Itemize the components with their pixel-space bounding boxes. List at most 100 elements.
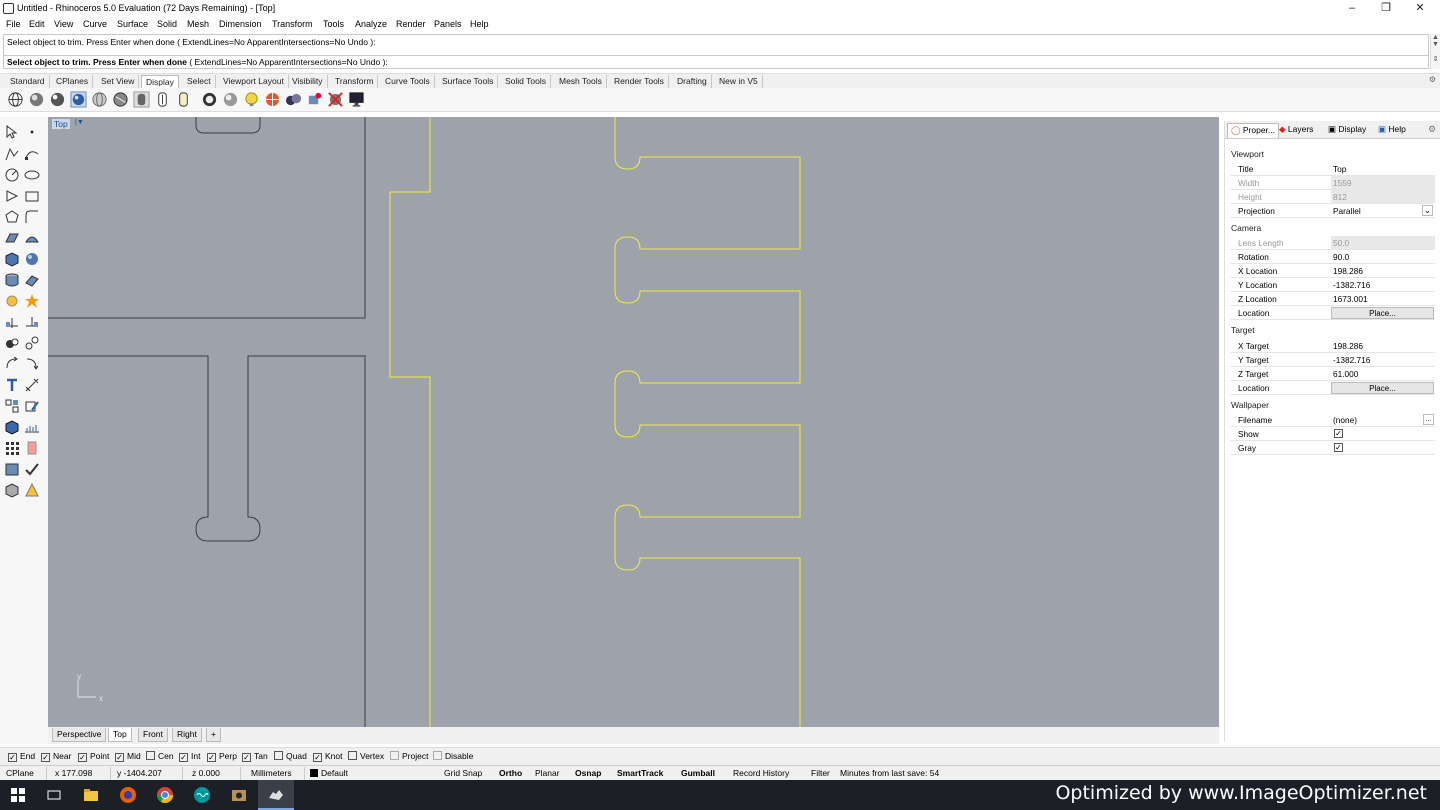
surface-loft-icon[interactable] (24, 230, 40, 246)
arduino-icon[interactable] (193, 786, 211, 804)
osnap-toggle[interactable]: Osnap (575, 768, 601, 778)
status-layer[interactable]: Default (310, 768, 348, 778)
osnap-project[interactable]: Project (390, 751, 428, 761)
sphere-icon[interactable] (24, 251, 40, 267)
prop-yloc-value[interactable]: -1382.716 (1333, 280, 1370, 290)
osnap-int[interactable]: ✓ Int (179, 751, 200, 762)
mesh-gear-icon[interactable] (4, 293, 20, 309)
chrome-icon[interactable] (156, 786, 174, 804)
group-icon[interactable] (24, 335, 40, 351)
panel-options-gear-icon[interactable]: ⚙ (1428, 124, 1436, 135)
analyze-icon[interactable] (24, 419, 40, 435)
tab-top[interactable]: Top (108, 728, 132, 742)
menu-dimension[interactable]: Dimension (219, 19, 262, 29)
layout-icon[interactable] (4, 461, 20, 477)
command-prompt-options[interactable]: ( ExtendLines=No ApparentIntersections=N… (187, 57, 387, 67)
tab-viewport-layout[interactable]: Viewport Layout (219, 75, 289, 88)
camera-place-button[interactable]: Place... (1331, 307, 1434, 319)
prop-row-zloc[interactable]: Z Location 1673.001 (1230, 292, 1435, 306)
technical-icon[interactable] (112, 91, 129, 108)
surface-plane-icon[interactable] (24, 272, 40, 288)
osnap-point-checkbox[interactable]: ✓ (78, 753, 87, 762)
prop-projection-value[interactable]: Parallel (1333, 206, 1361, 216)
dual-sphere-icon[interactable] (285, 91, 302, 108)
osnap-disable-checkbox[interactable] (433, 751, 442, 760)
arc-icon[interactable] (4, 188, 20, 204)
hide-icon[interactable] (327, 91, 344, 108)
menu-transform[interactable]: Transform (272, 19, 313, 29)
osnap-perp-checkbox[interactable]: ✓ (207, 753, 216, 762)
osnap-perp[interactable]: ✓ Perp (207, 751, 237, 762)
menu-curve[interactable]: Curve (83, 19, 107, 29)
viewport-canvas[interactable]: y x (48, 117, 1219, 727)
circle-icon[interactable] (4, 167, 20, 183)
explode-icon[interactable] (24, 293, 40, 309)
task-view-icon[interactable] (45, 786, 63, 804)
minimize-button[interactable]: – (1337, 1, 1367, 16)
fillet-curve-icon[interactable] (24, 209, 40, 225)
menu-analyze[interactable]: Analyze (355, 19, 387, 29)
rendered-icon[interactable] (49, 91, 66, 108)
prop-row-xloc[interactable]: X Location 198.286 (1230, 264, 1435, 278)
tab-perspective[interactable]: Perspective (52, 728, 107, 742)
solid-edit-icon[interactable] (4, 482, 20, 498)
maximize-button[interactable]: ❐ (1371, 1, 1401, 16)
box-icon[interactable] (4, 251, 20, 267)
file-explorer-icon[interactable] (82, 786, 100, 804)
prompt-spinner[interactable]: ⇕ (1430, 55, 1440, 69)
osnap-project-checkbox[interactable] (390, 751, 399, 760)
tab-set-view[interactable]: Set View (97, 75, 140, 88)
split-icon[interactable] (24, 314, 40, 330)
tabs-options-icon[interactable]: ⚙ (1429, 75, 1436, 84)
osnap-disable[interactable]: Disable (433, 751, 473, 761)
ellipse-icon[interactable] (24, 167, 40, 183)
scale-icon[interactable] (24, 356, 40, 372)
osnap-end[interactable]: ✓ End (8, 751, 35, 762)
edit-pen-icon[interactable] (24, 398, 40, 414)
check-icon[interactable] (24, 461, 40, 477)
prop-row-show[interactable]: Show ✓ (1230, 427, 1435, 441)
tab-visibility[interactable]: Visibility (288, 75, 328, 88)
osnap-knot-checkbox[interactable]: ✓ (313, 753, 322, 762)
camera-target-icon[interactable] (306, 91, 323, 108)
prop-row-projection[interactable]: Projection Parallel ⌄ (1230, 204, 1435, 218)
menu-file[interactable]: File (6, 19, 21, 29)
close-button[interactable]: ✕ (1405, 1, 1435, 16)
status-units[interactable]: Millimeters (251, 768, 292, 778)
osnap-cen-checkbox[interactable] (146, 751, 155, 760)
render-box-icon[interactable] (4, 419, 20, 435)
menu-solid[interactable]: Solid (157, 19, 177, 29)
block-icon[interactable] (4, 398, 20, 414)
gray-checkbox[interactable]: ✓ (1334, 443, 1343, 452)
tab-display[interactable]: Display (141, 75, 179, 88)
dimension-icon[interactable] (24, 377, 40, 393)
menu-surface[interactable]: Surface (117, 19, 148, 29)
osnap-int-checkbox[interactable]: ✓ (179, 753, 188, 762)
prop-filename-value[interactable]: (none) (1333, 415, 1357, 425)
show-checkbox[interactable]: ✓ (1334, 429, 1343, 438)
target-place-button[interactable]: Place... (1331, 382, 1434, 394)
select-arrow-icon[interactable] (4, 124, 20, 140)
osnap-near-checkbox[interactable]: ✓ (41, 753, 50, 762)
osnap-tan[interactable]: ✓ Tan (242, 751, 268, 762)
prop-row-rotation[interactable]: Rotation 90.0 (1230, 250, 1435, 264)
osnap-knot[interactable]: ✓ Knot (313, 751, 343, 762)
tab-select[interactable]: Select (183, 75, 216, 88)
osnap-end-checkbox[interactable]: ✓ (8, 753, 17, 762)
display-monitor-icon[interactable] (348, 91, 365, 108)
viewport-title[interactable]: Top (52, 119, 70, 129)
record-history-toggle[interactable]: Record History (733, 768, 789, 778)
osnap-tan-checkbox[interactable]: ✓ (242, 753, 251, 762)
prop-row-ztarget[interactable]: Z Target 61.000 (1230, 367, 1435, 381)
tab-render-tools[interactable]: Render Tools (610, 75, 669, 88)
tab-help[interactable]: ▣ Help (1375, 123, 1409, 138)
tab-layers[interactable]: ◆ Layers (1276, 123, 1316, 138)
prop-row-filename[interactable]: Filename (none)... (1230, 413, 1435, 427)
rhino-taskbar-active[interactable] (258, 780, 294, 810)
ghosted-icon[interactable] (70, 91, 87, 108)
tab-new-in-v5[interactable]: New in V5 (715, 75, 763, 88)
osnap-point[interactable]: ✓ Point (78, 751, 109, 762)
array-icon[interactable] (4, 440, 20, 456)
rectangle-icon[interactable] (24, 188, 40, 204)
menu-edit[interactable]: Edit (29, 19, 45, 29)
